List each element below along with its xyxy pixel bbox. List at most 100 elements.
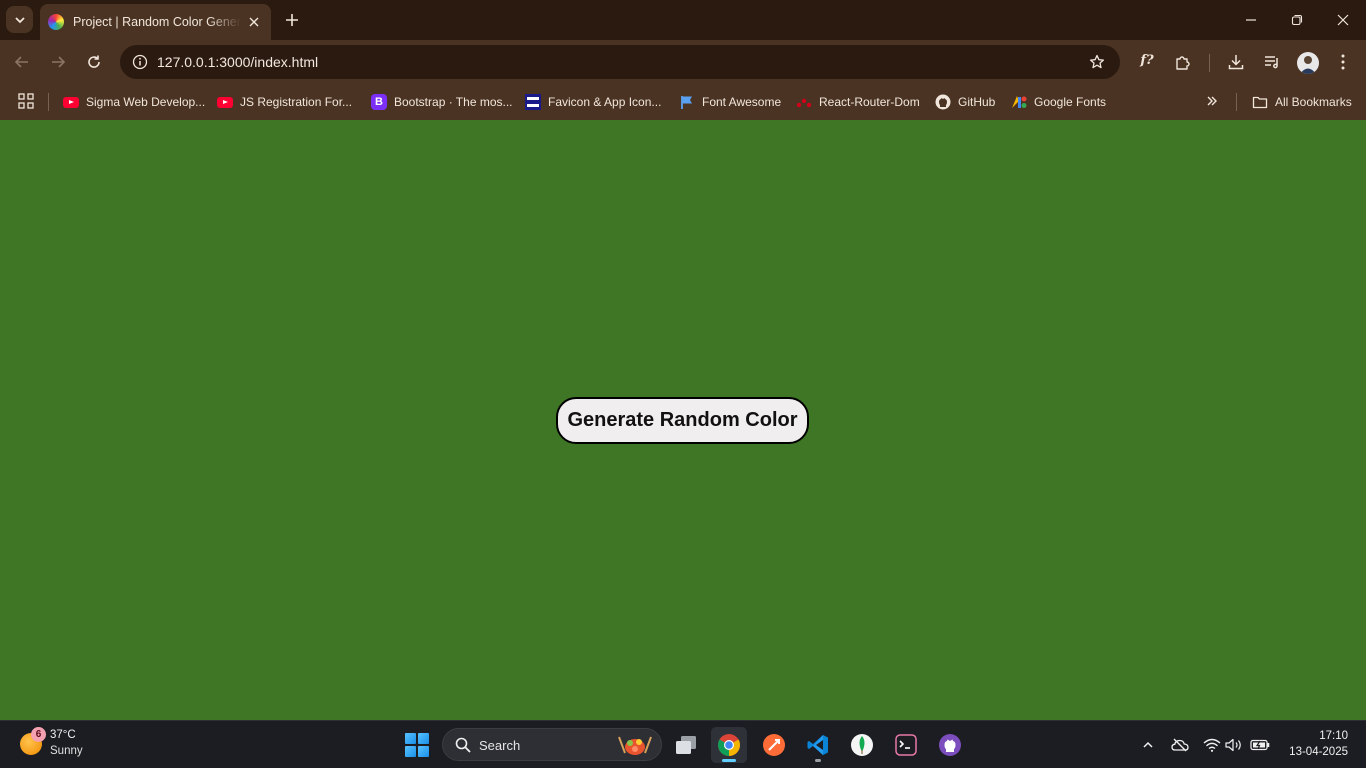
speaker-icon <box>1225 738 1241 752</box>
arrow-left-icon <box>14 56 28 68</box>
profile-avatar[interactable] <box>1297 52 1319 74</box>
bookmark-label: Sigma Web Develop... <box>86 95 206 109</box>
tab-favicon-icon <box>48 14 64 30</box>
task-view-icon <box>676 736 696 754</box>
media-control-button[interactable] <box>1259 49 1285 75</box>
clock-time[interactable]: 17:10 <box>1300 730 1348 742</box>
plus-icon <box>286 14 298 26</box>
tab-search-button[interactable] <box>6 6 33 33</box>
bookmark-star-button[interactable] <box>1086 51 1108 73</box>
font-awesome-icon <box>679 94 695 110</box>
search-icon <box>455 737 471 753</box>
puzzle-icon <box>1176 56 1190 70</box>
kebab-menu-icon <box>1341 54 1345 70</box>
bookmark-item[interactable]: React-Router-Dom <box>796 91 920 113</box>
close-icon <box>249 17 259 27</box>
search-label: Search <box>479 738 521 753</box>
taskbar-postman[interactable] <box>756 727 792 763</box>
bookmark-item[interactable]: Favicon & App Icon... <box>525 91 661 113</box>
forward-button[interactable] <box>45 49 71 75</box>
taskbar-chrome[interactable] <box>711 727 747 763</box>
tab-active[interactable]: Project | Random Color Generator <box>40 4 271 40</box>
bookmarks-separator <box>1236 93 1237 111</box>
taskbar-github-desktop[interactable] <box>932 727 968 763</box>
chevron-double-right-icon <box>1207 96 1217 106</box>
mongodb-icon <box>851 734 873 756</box>
tab-strip: Project | Random Color Generator <box>0 0 1366 40</box>
taskbar-task-view[interactable] <box>668 727 704 763</box>
start-button[interactable] <box>405 733 429 757</box>
youtube-icon <box>63 94 79 110</box>
search-highlight-icon <box>618 736 652 755</box>
bookmark-item[interactable]: Google Fonts <box>1011 91 1106 113</box>
taskbar-vscode[interactable] <box>800 727 836 763</box>
clock-date[interactable]: 13-04-2025 <box>1280 746 1348 758</box>
minimize-button[interactable] <box>1237 6 1265 34</box>
bookmarks-separator <box>48 93 49 111</box>
bookmark-label: Google Fonts <box>1034 95 1107 109</box>
battery-button[interactable] <box>1250 735 1270 755</box>
address-bar[interactable]: 127.0.0.1:3000/index.html <box>120 45 1120 79</box>
folder-icon <box>1252 94 1268 110</box>
battery-charging-icon <box>1250 739 1270 751</box>
taskbar-terminal[interactable] <box>888 727 924 763</box>
taskbar-mongodb[interactable] <box>844 727 880 763</box>
bookmark-label: Favicon & App Icon... <box>548 95 662 109</box>
apps-grid-icon[interactable] <box>18 93 34 109</box>
minimize-icon <box>1246 19 1256 21</box>
windows-taskbar: 6 37°C Sunny Search 17:10 13-04-2025 <box>0 720 1366 768</box>
bookmark-item[interactable]: B Bootstrap · The mos... <box>371 91 513 113</box>
tab-close-button[interactable] <box>245 13 263 31</box>
all-bookmarks-button[interactable]: All Bookmarks <box>1252 91 1352 113</box>
bootstrap-icon: B <box>371 94 387 110</box>
reload-button[interactable] <box>81 49 107 75</box>
weather-temperature[interactable]: 37°C <box>50 729 76 741</box>
tray-overflow-button[interactable] <box>1138 735 1158 755</box>
browser-toolbar: 127.0.0.1:3000/index.html <box>0 40 1366 84</box>
chrome-icon <box>718 734 740 756</box>
new-tab-button[interactable] <box>280 8 304 32</box>
wifi-button[interactable] <box>1202 735 1222 755</box>
bookmark-item[interactable]: JS Registration For... <box>217 91 352 113</box>
youtube-icon <box>217 94 233 110</box>
bookmark-item[interactable]: Sigma Web Develop... <box>63 91 205 113</box>
restore-button[interactable] <box>1283 6 1311 34</box>
extensions-button[interactable] <box>1170 49 1196 75</box>
vscode-icon <box>807 735 828 755</box>
bookmarks-bar: Sigma Web Develop... JS Registration For… <box>0 84 1366 120</box>
github-desktop-icon <box>939 734 961 756</box>
taskbar-search[interactable]: Search <box>442 728 662 761</box>
site-info-button[interactable] <box>128 50 152 74</box>
downloads-button[interactable] <box>1223 49 1249 75</box>
volume-button[interactable] <box>1224 735 1244 755</box>
active-app-indicator <box>722 759 736 762</box>
onedrive-button[interactable] <box>1170 735 1190 755</box>
wifi-icon <box>1203 738 1221 752</box>
github-icon <box>935 94 951 110</box>
playlist-icon <box>1265 56 1278 69</box>
url-text[interactable]: 127.0.0.1:3000/index.html <box>157 54 318 70</box>
bookmark-label: Font Awesome <box>702 95 782 109</box>
bookmark-label: JS Registration For... <box>240 95 353 109</box>
bookmark-item[interactable]: Font Awesome <box>679 91 781 113</box>
extension-fx-icon[interactable]: f? <box>1136 49 1158 71</box>
avatar-icon <box>1300 56 1316 74</box>
back-button[interactable] <box>9 49 35 75</box>
page-viewport: Generate Random Color <box>0 120 1366 720</box>
postman-icon <box>763 734 785 756</box>
weather-description[interactable]: Sunny <box>50 745 83 757</box>
bookmark-item[interactable]: GitHub <box>935 91 995 113</box>
menu-button[interactable] <box>1330 49 1356 75</box>
reload-icon <box>88 55 100 68</box>
react-router-icon <box>796 94 812 110</box>
open-app-indicator <box>815 759 821 762</box>
weather-badge: 6 <box>31 727 46 742</box>
google-fonts-icon <box>1011 94 1027 110</box>
star-icon <box>1089 54 1105 69</box>
generate-random-color-button[interactable]: Generate Random Color <box>556 397 809 444</box>
cloud-offline-icon <box>1171 738 1189 752</box>
bookmarks-overflow-button[interactable] <box>1203 92 1221 110</box>
windows-logo-icon <box>405 733 416 744</box>
close-window-button[interactable] <box>1329 6 1357 34</box>
close-window-icon <box>1337 14 1349 26</box>
